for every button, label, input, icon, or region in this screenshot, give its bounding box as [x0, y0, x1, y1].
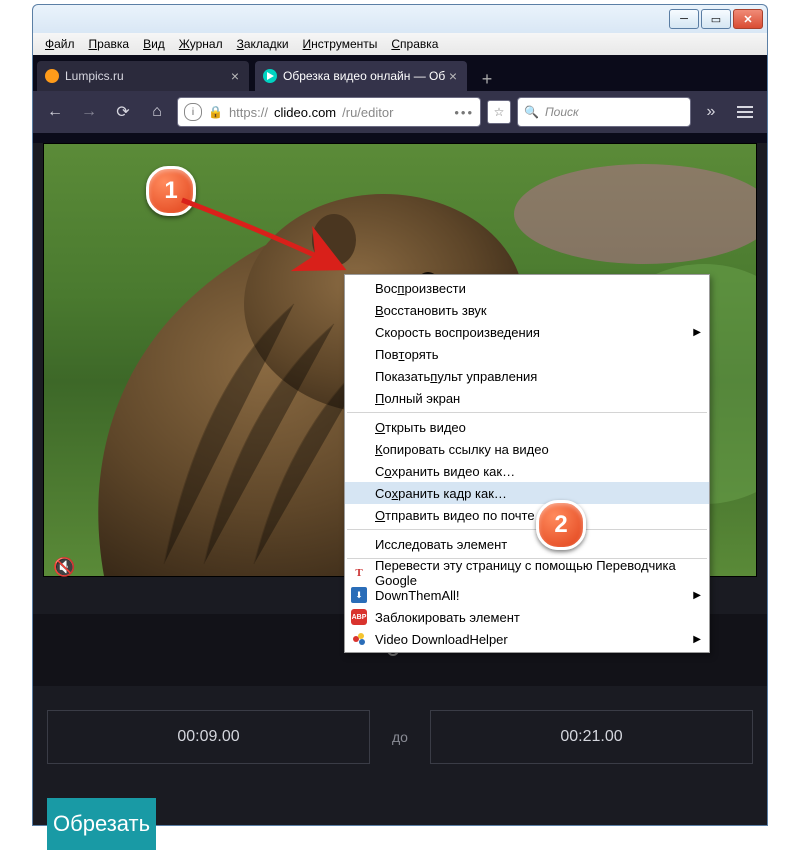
- window-close-button[interactable]: ✕: [733, 9, 763, 29]
- ctx-restore-sound[interactable]: Восстановить звук: [345, 299, 709, 321]
- translate-icon: T: [351, 565, 367, 581]
- home-button[interactable]: ⌂: [143, 98, 171, 126]
- trim-row: 00:09.00 до 00:21.00: [33, 686, 767, 774]
- url-scheme: https://: [229, 105, 268, 120]
- ctx-fullscreen[interactable]: Полный экран: [345, 387, 709, 409]
- annotation-badge-2: 2: [536, 500, 586, 550]
- video-context-menu: Воспроизвести Восстановить звук Скорость…: [344, 274, 710, 653]
- ctx-playback-speed[interactable]: Скорость воспроизведения▶: [345, 321, 709, 343]
- ctx-loop[interactable]: Повторять: [345, 343, 709, 365]
- tab-label: Lumpics.ru: [65, 69, 124, 83]
- new-tab-button[interactable]: +: [473, 67, 501, 91]
- ctx-google-translate[interactable]: TПеревести эту страницу с помощью Перево…: [345, 562, 709, 584]
- window-maximize-button[interactable]: ▭: [701, 9, 731, 29]
- ctx-show-controls[interactable]: Показать пульт управления: [345, 365, 709, 387]
- annotation-badge-1: 1: [146, 166, 196, 216]
- adblock-icon: ABP: [351, 609, 367, 625]
- ctx-play[interactable]: Воспроизвести: [345, 277, 709, 299]
- downthemall-icon: ⬇: [351, 587, 367, 603]
- ctx-email-video[interactable]: Отправить видео по почте…: [345, 504, 709, 526]
- menu-bookmarks[interactable]: Закладки: [231, 35, 295, 53]
- forward-button[interactable]: →: [75, 98, 103, 126]
- menu-help[interactable]: Справка: [385, 35, 444, 53]
- ctx-downthemall[interactable]: ⬇DownThemAll!▶: [345, 584, 709, 606]
- page-actions-icon[interactable]: •••: [454, 105, 474, 120]
- tab-strip: Lumpics.ru × Обрезка видео онлайн — Об ×…: [33, 55, 767, 91]
- url-bar[interactable]: i 🔒 https:// clideo.com/ru/editor •••: [177, 97, 481, 127]
- menu-tools[interactable]: Инструменты: [297, 35, 384, 53]
- site-info-icon[interactable]: i: [184, 103, 202, 121]
- search-placeholder: Поиск: [545, 105, 579, 119]
- ctx-save-frame-as[interactable]: Сохранить кадр как…: [345, 482, 709, 504]
- ctx-video-downloadhelper[interactable]: Video DownloadHelper▶: [345, 628, 709, 650]
- ctx-save-video-as[interactable]: Сохранить видео как…: [345, 460, 709, 482]
- app-menu-button[interactable]: [731, 98, 759, 126]
- lumpics-favicon-icon: [45, 69, 59, 83]
- cut-button[interactable]: Обрезать: [47, 798, 156, 850]
- tab-close-icon[interactable]: ×: [229, 68, 241, 84]
- menu-history[interactable]: Журнал: [173, 35, 229, 53]
- ctx-open-video[interactable]: Открыть видео: [345, 416, 709, 438]
- submenu-arrow-icon: ▶: [693, 327, 701, 338]
- ctx-copy-video-link[interactable]: Копировать ссылку на видео: [345, 438, 709, 460]
- menu-bar: Файл Правка Вид Журнал Закладки Инструме…: [32, 33, 768, 55]
- vdh-icon: [351, 631, 367, 647]
- ctx-inspect-element[interactable]: Исследовать элемент: [345, 533, 709, 555]
- tab-close-icon[interactable]: ×: [447, 68, 459, 84]
- tab-label: Обрезка видео онлайн — Об: [283, 69, 445, 83]
- menu-file[interactable]: Файл: [39, 35, 81, 53]
- bookmark-star-button[interactable]: ☆: [487, 100, 511, 124]
- url-host: clideo.com: [274, 105, 336, 120]
- submenu-arrow-icon: ▶: [693, 590, 701, 601]
- menu-edit[interactable]: Правка: [83, 35, 136, 53]
- ctx-block-element[interactable]: ABPЗаблокировать элемент: [345, 606, 709, 628]
- trim-from-input[interactable]: 00:09.00: [47, 710, 370, 764]
- window-titlebar: ─ ▭ ✕: [32, 4, 768, 33]
- nav-toolbar: ← → ⟳ ⌂ i 🔒 https:// clideo.com/ru/editor…: [33, 91, 767, 133]
- lock-icon: 🔒: [208, 105, 223, 119]
- trim-to-label: до: [370, 729, 430, 745]
- clideo-favicon-icon: [263, 69, 277, 83]
- back-button[interactable]: ←: [41, 98, 69, 126]
- menu-view[interactable]: Вид: [137, 35, 171, 53]
- search-icon: 🔍: [524, 105, 539, 119]
- reload-button[interactable]: ⟳: [109, 98, 137, 126]
- window-minimize-button[interactable]: ─: [669, 9, 699, 29]
- toolbar-overflow-button[interactable]: »: [697, 98, 725, 126]
- tab-lumpics[interactable]: Lumpics.ru ×: [37, 61, 249, 91]
- tab-clideo[interactable]: Обрезка видео онлайн — Об ×: [255, 61, 467, 91]
- url-path: /ru/editor: [342, 105, 393, 120]
- search-bar[interactable]: 🔍 Поиск: [517, 97, 691, 127]
- submenu-arrow-icon: ▶: [693, 634, 701, 645]
- trim-to-input[interactable]: 00:21.00: [430, 710, 753, 764]
